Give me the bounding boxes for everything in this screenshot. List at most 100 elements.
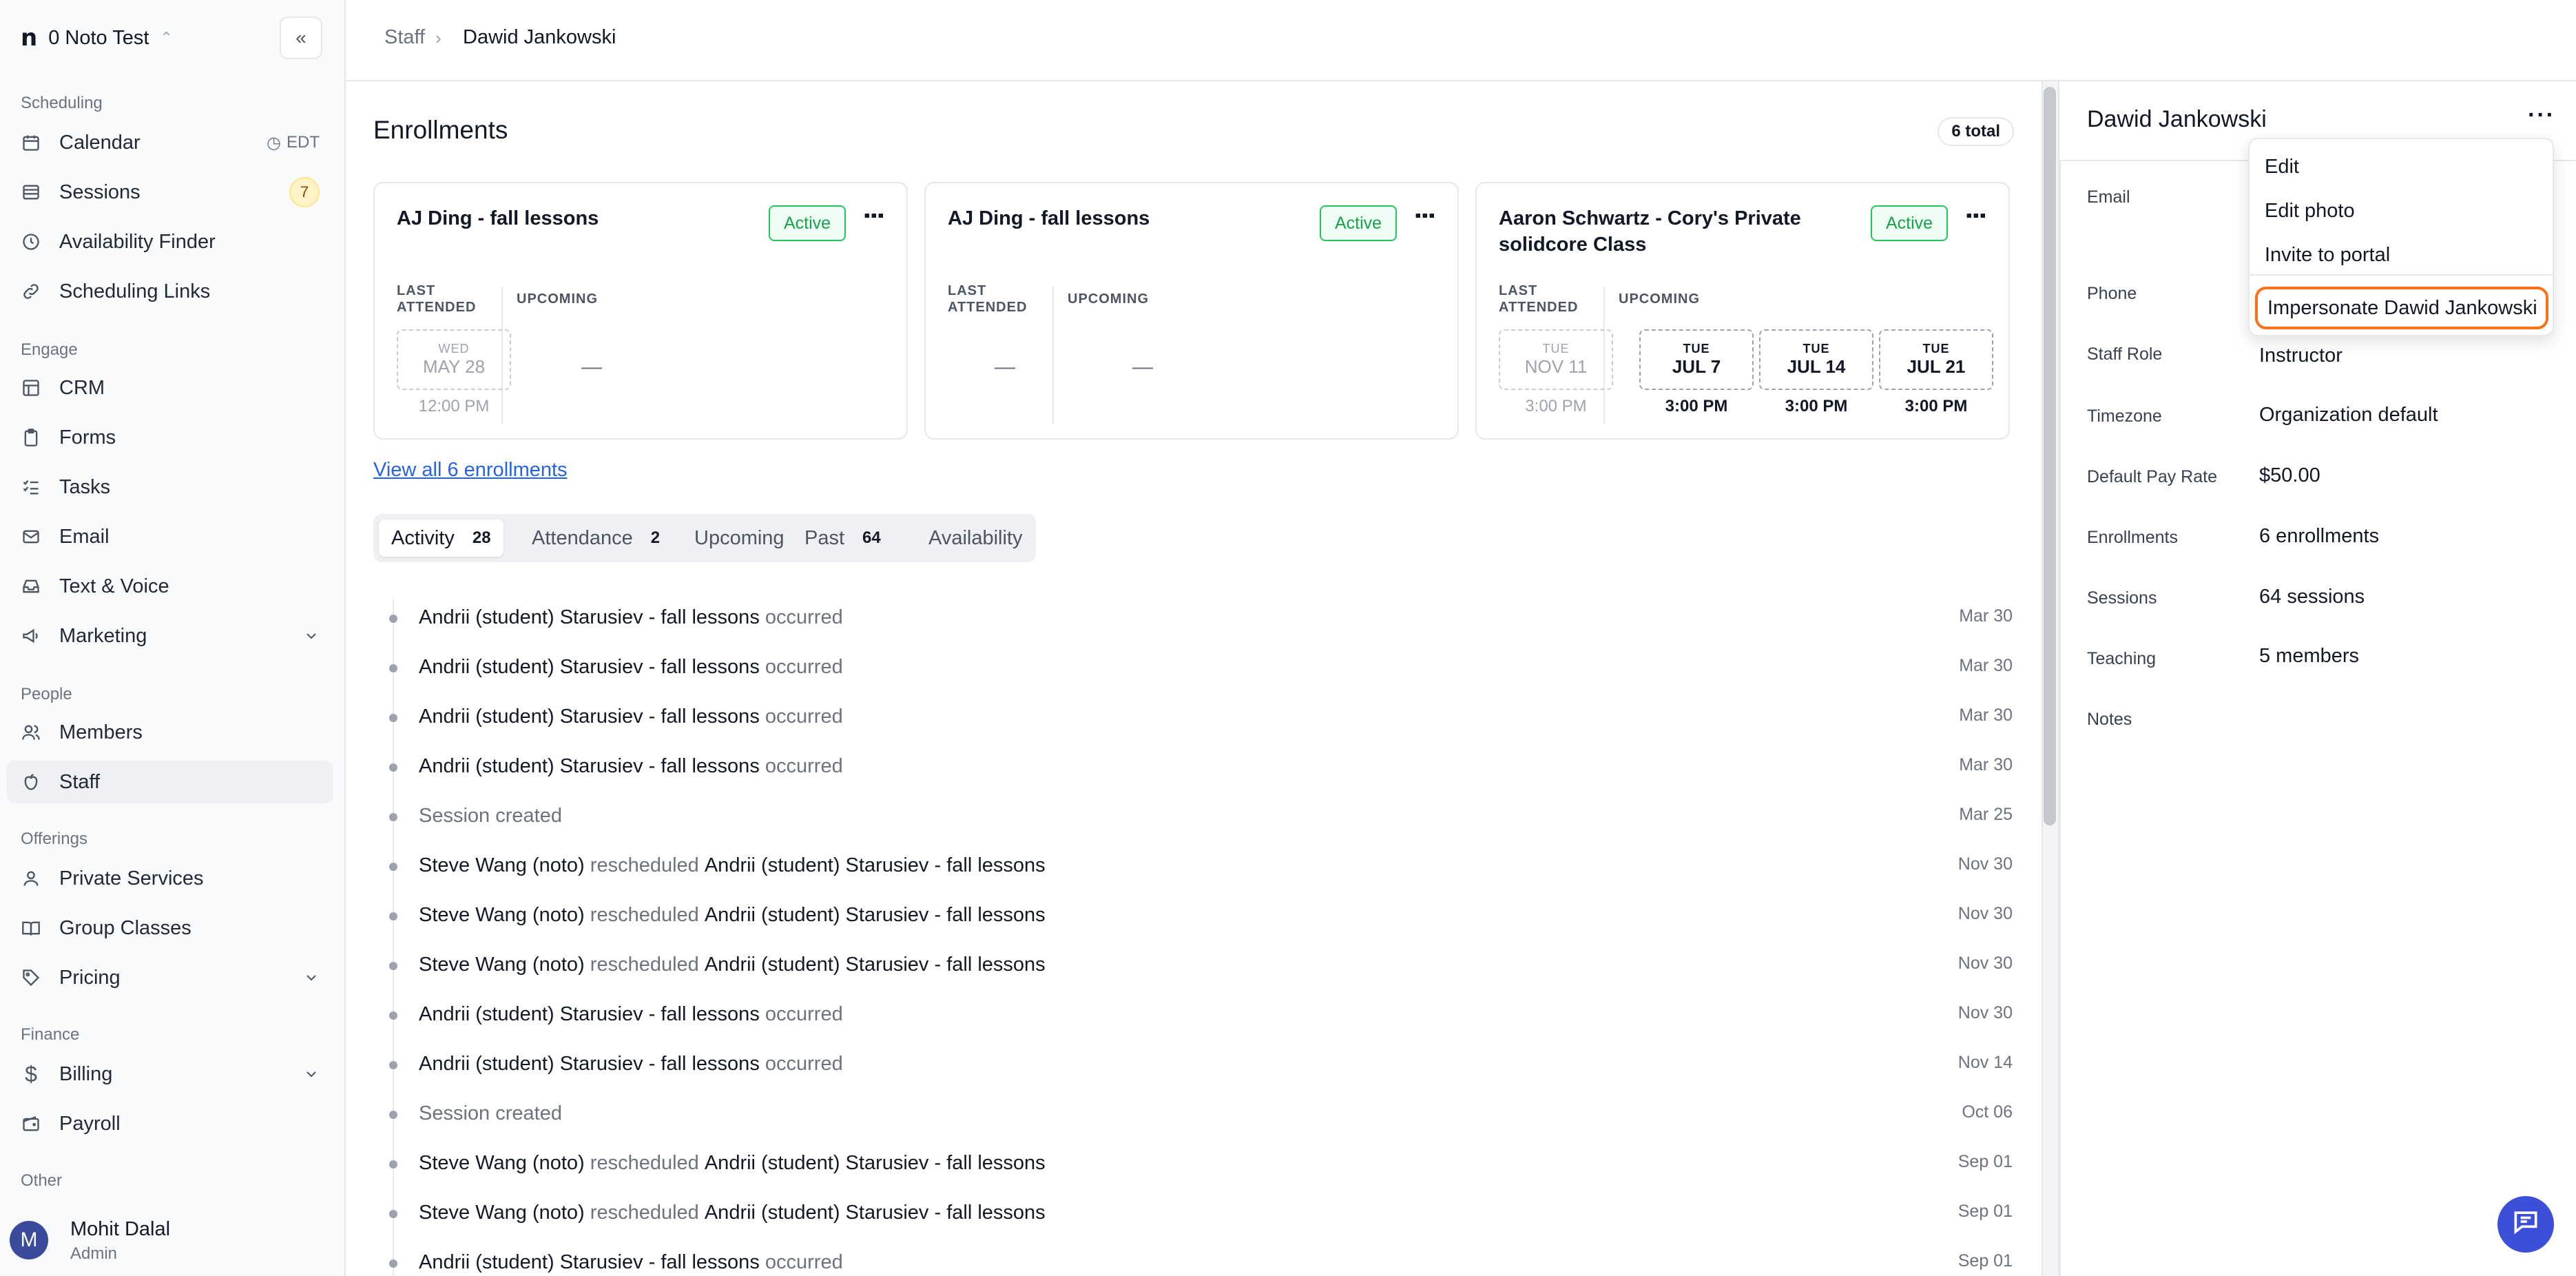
menu-item-edit-photo[interactable]: Edit photo [2265, 200, 2355, 223]
timeline-dot [389, 863, 397, 871]
org-switcher[interactable]: n 0 Noto Test ⌃ [21, 21, 173, 55]
more-options-icon[interactable]: ⋮ [1962, 204, 1988, 226]
sidebar-item-label: Scheduling Links [59, 280, 211, 302]
sidebar-item-label: Pricing [59, 966, 121, 989]
view-all-enrollments-link[interactable]: View all 6 enrollments [373, 459, 568, 482]
sidebar-item-billing[interactable]: $ Billing [7, 1053, 333, 1095]
main-scrollbar-thumb[interactable] [2044, 87, 2056, 825]
breadcrumb-staff-link[interactable]: Staff [384, 26, 425, 49]
activity-object[interactable]: Andrii (student) Starusiev - fall lesson… [705, 954, 1046, 976]
sidebar-item-label: Email [59, 525, 110, 548]
sidebar-item-label: Forms [59, 426, 116, 449]
timeline-dot [389, 1160, 397, 1169]
activity-row: Andrii (student) Starusiev - fall lesson… [373, 994, 2013, 1043]
activity-object[interactable]: Andrii (student) Starusiev - fall lesson… [705, 1202, 1046, 1224]
activity-row: Steve Wang (noto) rescheduled Andrii (st… [373, 845, 2013, 894]
section-offerings: Offerings [21, 830, 87, 848]
activity-verb: occurred [765, 656, 843, 678]
user-menu[interactable]: M Mohit Dalal Admin [0, 1202, 344, 1276]
teaching-value[interactable]: 5 members [2259, 645, 2359, 668]
activity-subject[interactable]: Andrii (student) Starusiev - fall lesson… [419, 755, 760, 777]
divider [1052, 287, 1054, 424]
activity-subject[interactable]: Steve Wang (noto) [419, 1202, 585, 1224]
activity-subject[interactable]: Andrii (student) Starusiev - fall lesson… [419, 656, 760, 678]
user-icon [21, 868, 41, 889]
activity-date: Nov 30 [1957, 854, 2013, 874]
timeline-dot [389, 664, 397, 672]
date-dow: TUE [1683, 342, 1710, 356]
sidebar-item-calendar[interactable]: Calendar ◷ EDT [7, 121, 333, 164]
activity-subject[interactable]: Steve Wang (noto) [419, 854, 585, 876]
enrollment-card[interactable]: Aaron Schwartz - Cory's Private solidcor… [1475, 182, 2010, 440]
sidebar-item-members[interactable]: Members [7, 711, 333, 754]
timeline-dot [389, 1111, 397, 1119]
menu-item-impersonate[interactable]: Impersonate Dawid Jankowski [2255, 287, 2548, 329]
activity-object[interactable]: Andrii (student) Starusiev - fall lesson… [705, 1152, 1046, 1174]
tab-availability[interactable]: Availability [916, 519, 1035, 557]
more-options-icon[interactable]: ⋮ [860, 204, 886, 226]
last-attended-date: TUE NOV 11 [1499, 329, 1613, 390]
enrollments-heading: Enrollments [373, 116, 508, 144]
activity-subject[interactable]: Steve Wang (noto) [419, 954, 585, 976]
last-attended-date: WED MAY 28 [397, 329, 511, 390]
upcoming-label: UPCOMING [517, 291, 598, 307]
enrollment-card[interactable]: AJ Ding - fall lessons Active ⋮ LAST ATTE… [373, 182, 908, 440]
users-icon [21, 722, 41, 743]
more-actions-icon[interactable]: ··· [2528, 102, 2555, 129]
sidebar-item-private-services[interactable]: Private Services [7, 857, 333, 900]
activity-text: Andrii (student) Starusiev - fall lesson… [419, 755, 843, 778]
tab-activity[interactable]: Activity 28 [379, 519, 503, 557]
enrollment-card[interactable]: AJ Ding - fall lessons Active ⋮ LAST ATTE… [924, 182, 1459, 440]
sidebar-item-tasks[interactable]: Tasks [7, 466, 333, 508]
collapse-sidebar-button[interactable]: « [280, 17, 322, 59]
activity-subject[interactable]: Andrii (student) Starusiev - fall lesson… [419, 1003, 760, 1025]
sidebar-item-text-voice[interactable]: Text & Voice [7, 565, 333, 608]
list-icon [21, 182, 41, 203]
sidebar-item-group-classes[interactable]: Group Classes [7, 907, 333, 949]
activity-text: Steve Wang (noto) rescheduled Andrii (st… [419, 1202, 1046, 1224]
more-options-icon[interactable]: ⋮ [1411, 204, 1437, 226]
tab-attendance[interactable]: Attendance 2 [519, 519, 672, 557]
pay-rate-value[interactable]: $50.00 [2259, 464, 2320, 487]
activity-subject[interactable]: Steve Wang (noto) [419, 1152, 585, 1174]
menu-item-edit[interactable]: Edit [2265, 156, 2299, 178]
sidebar-item-staff[interactable]: Staff [7, 761, 333, 803]
activity-subject[interactable]: Steve Wang (noto) [419, 904, 585, 926]
activity-text: Andrii (student) Starusiev - fall lesson… [419, 1003, 843, 1026]
calendar-icon [21, 132, 41, 153]
link-icon [21, 281, 41, 302]
sidebar-item-crm[interactable]: CRM [7, 367, 333, 409]
activity-subject[interactable]: Andrii (student) Starusiev - fall lesson… [419, 606, 760, 628]
sidebar-item-sessions[interactable]: Sessions 7 [7, 171, 333, 214]
activity-subject[interactable]: Andrii (student) Starusiev - fall lesson… [419, 1053, 760, 1075]
activity-subject[interactable]: Andrii (student) Starusiev - fall lesson… [419, 706, 760, 728]
upcoming-date[interactable]: TUE JUL 14 [1759, 329, 1873, 390]
user-name: Mohit Dalal [70, 1218, 171, 1240]
tab-past[interactable]: Past 64 [792, 519, 893, 557]
enrollments-value[interactable]: 6 enrollments [2259, 525, 2379, 548]
activity-object[interactable]: Andrii (student) Starusiev - fall lesson… [705, 904, 1046, 926]
upcoming-date[interactable]: TUE JUL 7 [1639, 329, 1754, 390]
checklist-icon [21, 477, 41, 497]
sidebar-item-label: Text & Voice [59, 575, 169, 597]
timezone-value[interactable]: Organization default [2259, 404, 2438, 426]
activity-row: Steve Wang (noto) rescheduled Andrii (st… [373, 894, 2013, 944]
sidebar-item-pricing[interactable]: Pricing [7, 956, 333, 999]
sidebar-item-availability-finder[interactable]: Availability Finder [7, 220, 333, 263]
sidebar-item-marketing[interactable]: Marketing [7, 615, 333, 657]
upcoming-date[interactable]: TUE JUL 21 [1879, 329, 1993, 390]
chevron-down-icon [303, 1066, 320, 1082]
timeline-dot [389, 615, 397, 623]
sidebar-item-forms[interactable]: Forms [7, 416, 333, 459]
sidebar-item-scheduling-links[interactable]: Scheduling Links [7, 270, 333, 313]
wallet-icon [21, 1113, 41, 1134]
menu-item-invite-to-portal[interactable]: Invite to portal [2265, 244, 2390, 267]
activity-object[interactable]: Andrii (student) Starusiev - fall lesson… [705, 854, 1046, 876]
tab-upcoming[interactable]: Upcoming [682, 519, 797, 557]
sidebar-item-payroll[interactable]: Payroll [7, 1102, 333, 1145]
chat-button[interactable] [2497, 1196, 2554, 1253]
activity-subject[interactable]: Andrii (student) Starusiev - fall lesson… [419, 1251, 760, 1273]
staff-role-value[interactable]: Instructor [2259, 344, 2343, 367]
sidebar-item-email[interactable]: Email [7, 515, 333, 558]
sessions-value[interactable]: 64 sessions [2259, 586, 2365, 608]
